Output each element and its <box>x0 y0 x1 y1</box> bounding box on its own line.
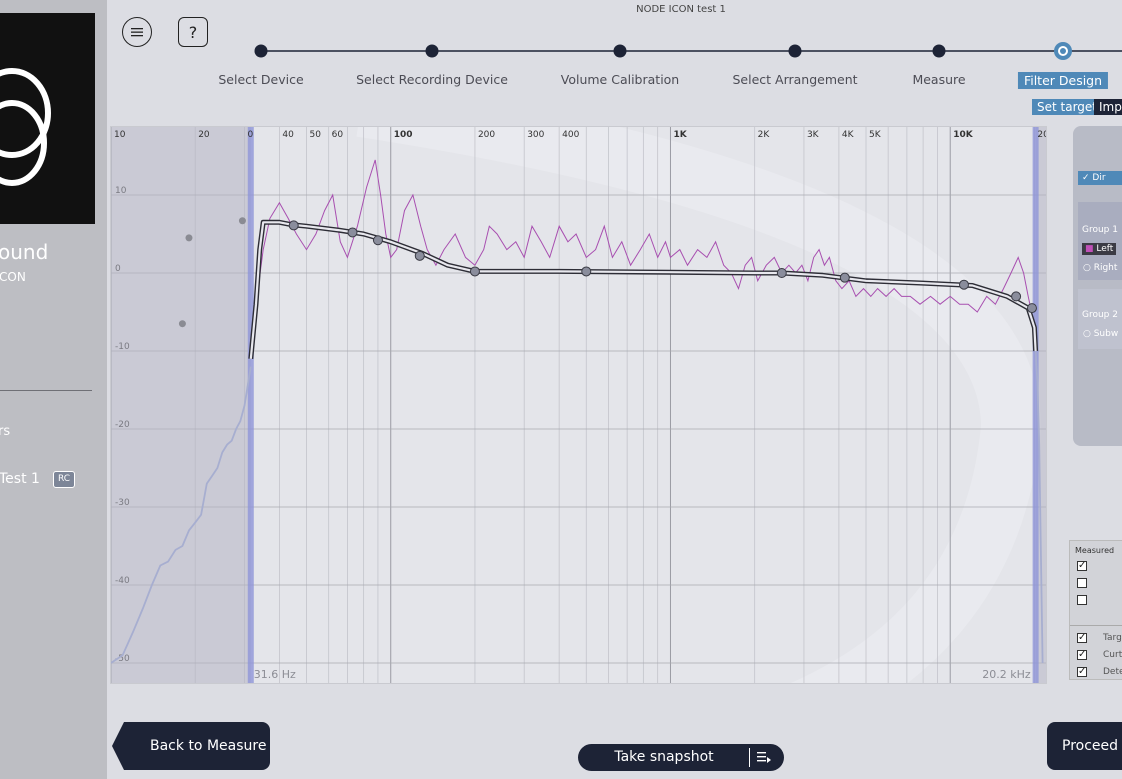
x-tick-label: 0 <box>247 130 253 140</box>
step-measure[interactable]: Measure <box>912 72 965 87</box>
main-area: NODE ICON test 1 ? Select Device Select … <box>107 0 1122 779</box>
x-tick-label: 400 <box>562 130 579 140</box>
sidebar-divider <box>0 390 92 391</box>
x-tick-label: 5K <box>869 130 882 140</box>
curtain-label: Curta <box>1103 650 1122 660</box>
channel-left[interactable]: ■ Left <box>1082 243 1117 255</box>
target-control-point <box>347 227 358 238</box>
target-checkbox[interactable]: ✓ <box>1077 633 1087 643</box>
back-to-measure-button[interactable]: Back to Measure <box>112 722 270 770</box>
target-control-point <box>581 266 592 277</box>
chart-svg: 20100-10-20-30-40-5010200405060100200300… <box>110 77 1056 756</box>
x-tick-label: 10K <box>953 130 974 140</box>
target-label: Targ <box>1103 633 1122 643</box>
inactive-control-point <box>185 234 193 242</box>
step-dot <box>613 44 627 58</box>
inactive-control-point <box>178 320 186 328</box>
step-dot <box>254 44 268 58</box>
x-tick-label: 40 <box>282 130 294 140</box>
x-tick-label: 20K <box>1037 130 1046 140</box>
x-tick-label: 1K <box>673 130 687 140</box>
sidebar: ound CON rs Test 1 RC <box>0 0 107 779</box>
detect-checkbox[interactable]: ✓ <box>1077 667 1087 677</box>
group1-label: Group 1 <box>1082 225 1118 235</box>
low-cut-region <box>111 127 251 683</box>
channel-panel: ✓ Dir Group 1 ■ Left ○ Right Group 2 ○ S… <box>1073 126 1122 446</box>
rc-badge: RC <box>53 471 75 488</box>
snapshot-list-icon <box>757 752 771 763</box>
proceed-button[interactable]: Proceed t <box>1047 722 1122 770</box>
set-target-tab[interactable]: Set target <box>1032 99 1103 115</box>
target-control-point <box>372 235 383 246</box>
channel-subwoofer[interactable]: ○ Subw <box>1083 329 1118 339</box>
step-dot <box>788 44 802 58</box>
step-dot <box>425 44 439 58</box>
x-tick-label: 20 <box>198 130 210 140</box>
measured-checkbox-2[interactable] <box>1077 578 1087 588</box>
sidebar-item[interactable]: rs <box>0 424 10 439</box>
step-dot <box>932 44 946 58</box>
x-tick-label: 300 <box>527 130 544 140</box>
target-control-point <box>839 272 850 283</box>
step-select-recording-device[interactable]: Select Recording Device <box>356 72 508 87</box>
sidebar-subtitle: CON <box>0 270 26 284</box>
sidebar-brand: ound <box>0 240 49 264</box>
snapshot-label: Take snapshot <box>614 749 714 765</box>
x-tick-label: 10 <box>114 130 126 140</box>
x-tick-label: 100 <box>394 130 413 140</box>
bg-watermark <box>356 77 1042 756</box>
x-tick-label: 50 <box>310 130 322 140</box>
detect-label: Dete <box>1103 667 1122 677</box>
channel-right[interactable]: ○ Right <box>1083 263 1117 273</box>
step-volume-calibration[interactable]: Volume Calibration <box>561 72 679 87</box>
x-tick-label: 4K <box>842 130 855 140</box>
inactive-control-point <box>238 217 246 225</box>
measured-label: Measured <box>1075 546 1115 555</box>
group2-label: Group 2 <box>1082 310 1118 320</box>
legend-panel: Measured ✓ ✓ Targ ✓ Curta ✓ Dete <box>1069 540 1122 680</box>
x-tick-label: 200 <box>478 130 495 140</box>
low-range-handle <box>247 127 254 683</box>
frequency-response-chart[interactable]: 20100-10-20-30-40-5010200405060100200300… <box>110 77 1056 756</box>
low-range-label: 31.6 Hz <box>254 668 296 681</box>
x-tick-label: 2K <box>758 130 771 140</box>
target-control-point <box>958 279 969 290</box>
step-select-device[interactable]: Select Device <box>218 72 303 87</box>
target-control-point <box>414 250 425 261</box>
step-select-arrangement[interactable]: Select Arrangement <box>732 72 857 87</box>
target-control-point <box>1026 303 1037 314</box>
curtain-checkbox[interactable]: ✓ <box>1077 650 1087 660</box>
take-snapshot-button[interactable]: Take snapshot <box>578 744 784 771</box>
high-range-label: 20.2 kHz <box>982 668 1031 681</box>
target-control-point <box>1011 291 1022 302</box>
measured-checkbox-3[interactable] <box>1077 595 1087 605</box>
direct-chip[interactable]: ✓ Dir <box>1078 171 1122 185</box>
measured-checkbox-1[interactable]: ✓ <box>1077 561 1087 571</box>
target-control-point <box>469 266 480 277</box>
menu-icon <box>131 28 143 37</box>
implementation-tab[interactable]: Impl <box>1094 99 1122 115</box>
step-filter-design[interactable]: Filter Design <box>1017 72 1109 89</box>
app-logo <box>0 13 95 224</box>
x-tick-label: 3K <box>807 130 820 140</box>
x-tick-label: 60 <box>332 130 344 140</box>
target-control-point <box>288 220 299 231</box>
window-title: NODE ICON test 1 <box>636 4 726 15</box>
sidebar-project[interactable]: Test 1 <box>0 471 40 487</box>
target-control-point <box>776 268 787 278</box>
stepper-track <box>254 42 1122 60</box>
